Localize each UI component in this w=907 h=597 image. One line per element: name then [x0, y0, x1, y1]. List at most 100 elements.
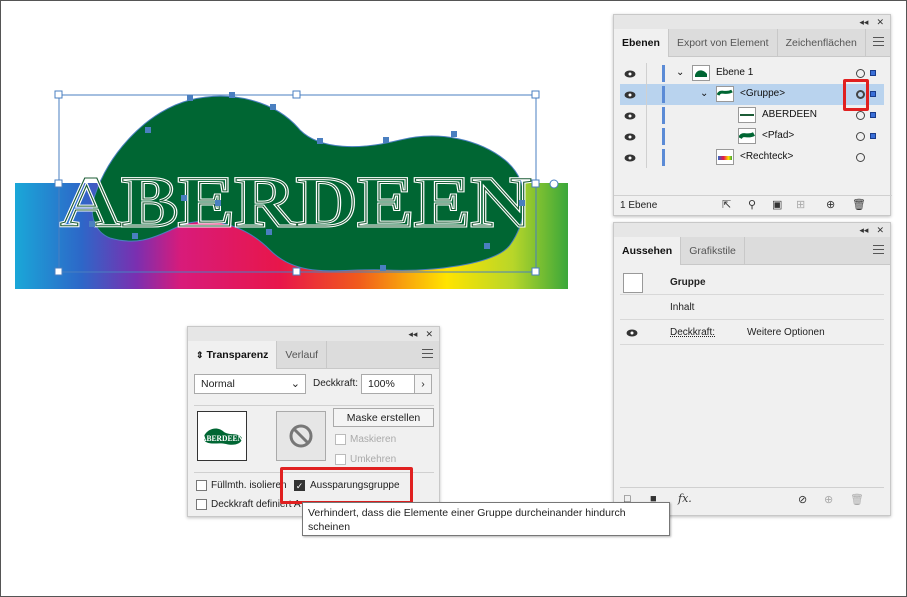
selection-square-icon[interactable] [870, 91, 876, 97]
object-thumbnail[interactable]: ABERDEEN [197, 411, 247, 461]
blend-mode-select[interactable]: Normal ⌄ [194, 374, 306, 394]
clipping-mask-icon[interactable]: ▣ [772, 198, 782, 211]
updown-icon: ⇕ [196, 349, 204, 360]
aberdeen-text-outline: ABERDEEN [60, 162, 532, 242]
trash-icon[interactable]: 🗑 [852, 198, 866, 211]
clear-appearance-icon[interactable]: ⊘ [798, 493, 807, 506]
opacity-link[interactable]: Deckkraft: [670, 327, 715, 338]
blend-mode-value: Normal [201, 378, 235, 390]
panel-menu-icon[interactable] [873, 245, 884, 257]
target-circle-icon[interactable] [856, 69, 865, 78]
tab-zeichenflaechen[interactable]: Zeichenflächen [778, 29, 866, 56]
appearance-panel: ◂◂ ✕ Aussehen Grafikstile Gruppe Inhalt … [613, 222, 891, 516]
panel-topbar: ◂◂ ✕ [188, 327, 439, 341]
visibility-eye-icon[interactable] [624, 112, 636, 120]
content-label: Inhalt [670, 302, 695, 313]
layers-tabs: Ebenen Export von Element Zeichenflächen [614, 29, 890, 57]
appearance-swatch [623, 273, 643, 293]
chevron-down-icon: ⌄ [290, 378, 300, 390]
layer-name: ABERDEEN [762, 109, 818, 120]
layers-panel: ◂◂ ✕ Ebenen Export von Element Zeichenfl… [613, 14, 892, 216]
tab-aussehen[interactable]: Aussehen [614, 237, 682, 265]
duplicate-icon[interactable]: ⊕ [824, 493, 833, 506]
chevron-down-icon[interactable]: ⌄ [700, 88, 708, 99]
close-icon[interactable]: ✕ [876, 225, 884, 236]
visibility-eye-icon[interactable] [626, 329, 638, 337]
search-icon[interactable]: ⚲ [748, 198, 756, 211]
collapse-icon[interactable]: ◂◂ [859, 17, 868, 28]
transparency-tabs: ⇕ Transparenz Verlauf [188, 341, 439, 369]
visibility-eye-icon[interactable] [624, 70, 636, 78]
highlight-knockout-box [280, 467, 413, 504]
layer-color-bar [662, 107, 665, 124]
layer-count: 1 Ebene [620, 200, 658, 211]
appearance-content-row[interactable]: Inhalt [620, 296, 884, 320]
layer-row-rechteck[interactable]: <Rechteck> [620, 147, 884, 168]
panel-topbar: ◂◂ ✕ [614, 223, 890, 237]
opacity-input[interactable]: 100% [361, 374, 415, 394]
appearance-list-area [620, 346, 884, 488]
layers-footer: 1 Ebene ⇱ ⚲ ▣ ⊞ ⊕ 🗑 [614, 195, 892, 215]
invert-mask-checkbox[interactable] [335, 454, 346, 465]
target-circle-icon[interactable] [856, 153, 865, 162]
export-icon[interactable]: ⇱ [722, 198, 731, 211]
trash-icon[interactable]: 🗑 [850, 493, 864, 506]
mask-area-divider [194, 405, 434, 406]
layer-row-pfad[interactable]: <Pfad> [620, 126, 884, 147]
layer-thumbnail [716, 149, 734, 165]
tab-verlauf[interactable]: Verlauf [277, 341, 328, 368]
close-icon[interactable]: ✕ [425, 329, 433, 340]
layer-name: <Pfad> [762, 130, 795, 141]
visibility-eye-icon[interactable] [624, 91, 636, 99]
collapse-icon[interactable]: ◂◂ [859, 225, 868, 236]
rotation-handle[interactable] [549, 179, 559, 189]
clip-checkbox[interactable] [335, 434, 346, 445]
visibility-eye-icon[interactable] [624, 133, 636, 141]
tooltip: Verhindert, dass die Elemente einer Grup… [302, 502, 670, 536]
chevron-down-icon[interactable]: ⌄ [676, 67, 684, 78]
opacity-knockout-checkbox[interactable] [196, 499, 207, 510]
panel-menu-icon[interactable] [873, 37, 884, 49]
opacity-input-value: 100% [368, 378, 395, 390]
close-icon[interactable]: ✕ [876, 17, 884, 28]
isolate-blending-label: Füllmth. isolieren [211, 480, 287, 491]
opacity-arrow-button[interactable]: › [414, 374, 432, 394]
new-layer-icon[interactable]: ⊕ [826, 198, 835, 211]
selection-square-icon[interactable] [870, 112, 876, 118]
new-sublayer-icon[interactable]: ⊞ [796, 198, 805, 211]
appearance-title: Gruppe [670, 277, 706, 288]
layer-thumbnail [738, 107, 756, 123]
tooltip-line-1: Verhindert, dass die Elemente einer Grup… [308, 507, 626, 519]
tab-ebenen[interactable]: Ebenen [614, 29, 669, 57]
selection-square-icon[interactable] [870, 70, 876, 76]
appearance-opacity-row[interactable]: Deckkraft: Weitere Optionen [620, 321, 884, 345]
artwork-canvas[interactable]: ABERDEEN ABERDEEN [0, 0, 600, 300]
no-mask-icon [289, 424, 313, 448]
layer-thumbnail [716, 86, 734, 102]
appearance-title-row[interactable]: Gruppe [620, 271, 884, 295]
visibility-eye-icon[interactable] [624, 154, 636, 162]
panel-menu-icon[interactable] [422, 349, 433, 361]
thumb-text: ABERDEEN [201, 434, 243, 443]
tab-grafikstile[interactable]: Grafikstile [681, 237, 745, 264]
make-mask-button[interactable]: Maske erstellen [333, 408, 434, 427]
layer-color-bar [662, 128, 665, 145]
highlight-target-box [843, 79, 869, 111]
tab-export-von-element[interactable]: Export von Element [669, 29, 778, 56]
tab-transparenz[interactable]: ⇕ Transparenz [188, 341, 278, 369]
mask-thumbnail[interactable] [276, 411, 326, 461]
tab-transparenz-label: Transparenz [206, 349, 269, 361]
clip-label: Maskieren [350, 434, 397, 445]
layer-name: <Gruppe> [740, 88, 786, 99]
panel-topbar: ◂◂ ✕ [614, 15, 890, 29]
target-circle-icon[interactable] [856, 132, 865, 141]
fx-icon[interactable]: fx. [678, 492, 692, 505]
layer-name: <Rechteck> [740, 151, 794, 162]
selection-square-icon[interactable] [870, 133, 876, 139]
target-circle-icon[interactable] [856, 111, 865, 120]
tooltip-line-2: scheinen [308, 521, 351, 533]
layer-name: Ebene 1 [716, 67, 754, 78]
opacity-label: Deckkraft: [313, 378, 359, 389]
isolate-blending-checkbox[interactable] [196, 480, 207, 491]
collapse-icon[interactable]: ◂◂ [408, 329, 417, 340]
